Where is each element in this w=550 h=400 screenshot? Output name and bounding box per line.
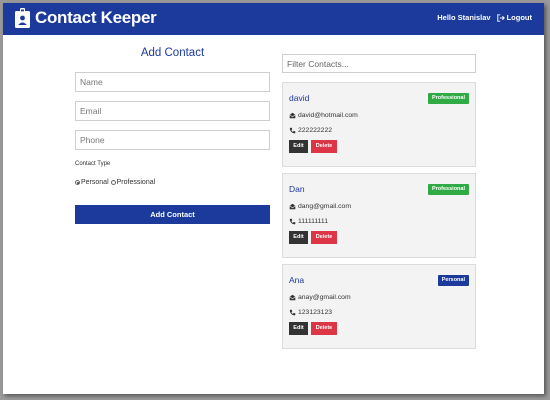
contact-email: anay@gmail.com (298, 294, 351, 301)
contact-phone: 111111111 (298, 218, 328, 225)
id-badge-icon (15, 8, 30, 28)
contact-name: Ana (289, 275, 305, 285)
contact-phone-row: 111111111 (289, 218, 328, 225)
app-window: Contact Keeper Hello Stanislav Logout Ad… (3, 3, 544, 394)
contact-phone-row: 123123123 (289, 309, 332, 316)
delete-button[interactable]: Delete (311, 140, 337, 153)
user-greeting: Hello Stanislav (437, 13, 491, 22)
contact-type-badge: Professional (427, 184, 469, 195)
contact-email-row: anay@gmail.com (289, 294, 351, 301)
brand[interactable]: Contact Keeper (15, 7, 157, 29)
contact-email-row: david@hotmail.com (289, 112, 358, 119)
contact-phone: 123123123 (298, 309, 333, 316)
phone-icon (289, 218, 296, 225)
envelope-open-icon (289, 294, 296, 301)
radio-professional[interactable] (110, 180, 116, 185)
contact-name: david (289, 93, 310, 103)
phone-icon (289, 127, 296, 134)
email-input[interactable] (75, 101, 270, 121)
app-title: Contact Keeper (35, 8, 157, 27)
logout-link[interactable]: Logout (496, 13, 532, 22)
delete-button[interactable]: Delete (311, 231, 337, 244)
contact-card: Dan Professional dang@gmail.com 11111111… (282, 173, 476, 258)
radio-personal-label: Personal (81, 179, 109, 186)
phone-icon (289, 309, 296, 316)
user-menu: Hello Stanislav Logout (437, 13, 532, 22)
contact-email: david@hotmail.com (298, 112, 358, 119)
name-input[interactable] (75, 72, 270, 92)
contact-type-badge: Personal (437, 275, 469, 286)
logout-label: Logout (506, 13, 532, 22)
navbar: Contact Keeper Hello Stanislav Logout (3, 3, 544, 35)
contact-phone-row: 222222222 (289, 127, 332, 134)
contact-email: dang@gmail.com (298, 203, 351, 210)
sign-out-icon (496, 13, 505, 22)
filter-contacts-input[interactable] (282, 54, 476, 73)
edit-button[interactable]: Edit (289, 140, 308, 153)
radio-professional-label: Professional (116, 179, 156, 186)
contact-name: Dan (289, 184, 305, 194)
edit-button[interactable]: Edit (289, 322, 308, 335)
contact-email-row: dang@gmail.com (289, 203, 351, 210)
edit-button[interactable]: Edit (289, 231, 308, 244)
radio-personal[interactable] (75, 180, 80, 185)
contact-type-radios: Personal Professional (75, 179, 155, 186)
contact-phone: 222222222 (298, 127, 333, 134)
contact-type-badge: Professional (427, 93, 469, 104)
add-contact-button[interactable]: Add Contact (75, 205, 270, 224)
delete-button[interactable]: Delete (311, 322, 337, 335)
phone-input[interactable] (75, 130, 270, 150)
envelope-open-icon (289, 203, 296, 210)
contact-card: david Professional david@hotmail.com 222… (282, 82, 476, 167)
contact-card: Ana Personal anay@gmail.com 123123123 Ed… (282, 264, 476, 349)
envelope-open-icon (289, 112, 296, 119)
form-title: Add Contact (140, 47, 205, 59)
contact-type-label: Contact Type (75, 161, 111, 167)
